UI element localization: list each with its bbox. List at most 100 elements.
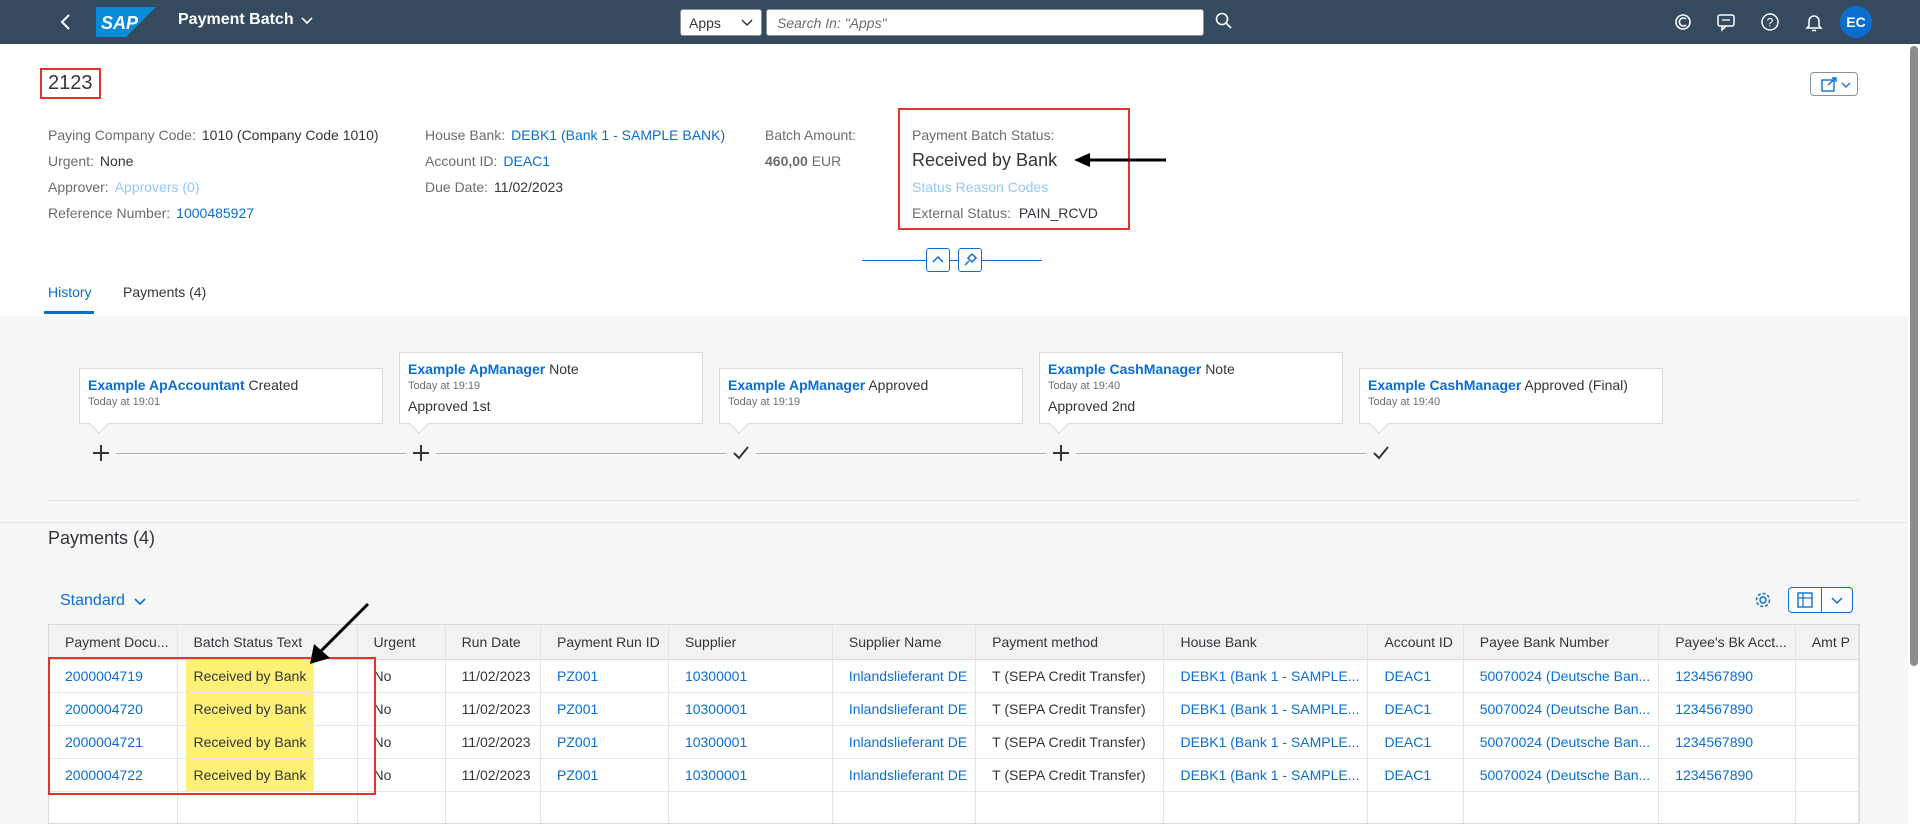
reference-number-link[interactable]: 1000485927 (176, 205, 254, 221)
help-icon[interactable]: ? (1759, 11, 1781, 33)
supplier-link[interactable]: 10300001 (668, 659, 833, 693)
column-header[interactable]: Payee's Bk Acct... (1658, 625, 1796, 660)
payee-bank-number-link[interactable]: 50070024 (Deutsche Ban... (1463, 692, 1660, 726)
house-bank-link[interactable]: DEBK1 (Bank 1 - SAMPLE... (1163, 659, 1369, 693)
supplier-name-link[interactable]: Inlandslieferant DE (832, 758, 977, 792)
payee-bank-number-link[interactable]: 50070024 (Deutsche Ban... (1463, 725, 1660, 759)
urgent: Urgent: None (48, 153, 133, 169)
house-bank-link[interactable]: DEBK1 (Bank 1 - SAMPLE... (1163, 725, 1369, 759)
feedback-icon[interactable] (1715, 11, 1737, 33)
shell-bar: SAP Payment Batch Apps Search In: "Apps"… (0, 0, 1920, 44)
column-header[interactable]: Run Date (445, 625, 542, 660)
search-input[interactable]: Search In: "Apps" (766, 9, 1204, 36)
column-header[interactable]: House Bank (1163, 625, 1369, 660)
column-header[interactable]: Account ID (1367, 625, 1464, 660)
payment-run-id-link[interactable]: PZ001 (540, 725, 669, 759)
urgent-cell: No (357, 659, 446, 693)
supplier-link[interactable]: 10300001 (668, 725, 833, 759)
payment-run-id-link[interactable]: PZ001 (540, 692, 669, 726)
variant-selector[interactable]: Standard (60, 592, 125, 610)
sap-logo[interactable]: SAP (96, 7, 156, 37)
history-user[interactable]: Example CashManager (1368, 377, 1521, 393)
approvers-link[interactable]: Approvers (0) (115, 179, 200, 195)
supplier-link[interactable]: 10300001 (668, 692, 833, 726)
column-header[interactable]: Payee Bank Number (1463, 625, 1660, 660)
house-bank: House Bank: DEBK1 (Bank 1 - SAMPLE BANK) (425, 127, 725, 143)
supplier-name-link[interactable]: Inlandslieferant DE (832, 692, 977, 726)
payee-bank-account-link[interactable]: 1234567890 (1658, 692, 1796, 726)
scrollbar-thumb[interactable] (1910, 46, 1918, 666)
payee-bank-number-link[interactable]: 50070024 (Deutsche Ban... (1463, 659, 1660, 693)
house-bank-link[interactable]: DEBK1 (Bank 1 - SAMPLE... (1163, 692, 1369, 726)
supplier-name-link[interactable]: Inlandslieferant DE (832, 659, 977, 693)
batch-status-text: Received by Bank (185, 725, 315, 757)
payment-method-cell: T (SEPA Credit Transfer) (975, 725, 1165, 759)
payment-run-id-link[interactable]: PZ001 (540, 659, 669, 693)
batch-status-cell: Received by Bank (177, 725, 358, 759)
column-header[interactable]: Payment Run ID (540, 625, 669, 660)
payment-document-link[interactable]: 2000004722 (49, 758, 178, 792)
column-header[interactable]: Urgent (357, 625, 446, 660)
column-header[interactable]: Supplier (668, 625, 833, 660)
house-bank-label: House Bank: (425, 127, 506, 143)
history-action: Approved (868, 377, 929, 393)
share-button[interactable] (1810, 72, 1858, 96)
table-row[interactable]: 2000004719 Received by Bank No 11/02/202… (49, 659, 1859, 693)
chevron-down-icon[interactable] (132, 594, 148, 610)
table-row[interactable]: 2000004721 Received by Bank No 11/02/202… (49, 725, 1859, 759)
supplier-link[interactable]: 10300001 (668, 758, 833, 792)
payment-run-id-link[interactable]: PZ001 (540, 758, 669, 792)
table-row[interactable]: 2000004720 Received by Bank No 11/02/202… (49, 692, 1859, 726)
batch-amount-number: 460,00 (765, 153, 808, 169)
history-user[interactable]: Example ApManager (408, 361, 545, 377)
history-user[interactable]: Example ApManager (728, 377, 865, 393)
payee-bank-account-link[interactable]: 1234567890 (1658, 725, 1796, 759)
payment-document-link[interactable]: 2000004721 (49, 725, 178, 759)
batch-status-text: Received by Bank (185, 692, 315, 724)
account-id-link[interactable]: DEAC1 (1367, 758, 1464, 792)
payment-document-link[interactable]: 2000004719 (49, 659, 178, 693)
history-user[interactable]: Example ApAccountant (88, 377, 245, 393)
apps-select[interactable]: Apps (680, 9, 762, 36)
house-bank-link[interactable]: DEBK1 (Bank 1 - SAMPLE... (1163, 758, 1369, 792)
tab-payments[interactable]: Payments (4) (123, 284, 206, 300)
payee-bank-number-link[interactable]: 50070024 (Deutsche Ban... (1463, 758, 1660, 792)
app-title[interactable]: Payment Batch (178, 11, 294, 29)
account-id-link[interactable]: DEAC1 (1367, 725, 1464, 759)
avatar[interactable]: EC (1840, 6, 1872, 38)
joule-icon[interactable] (1672, 11, 1694, 33)
column-header[interactable]: Payment Docu... (49, 625, 178, 660)
export-menu-button[interactable] (1821, 587, 1853, 613)
payee-bank-account-link[interactable]: 1234567890 (1658, 659, 1796, 693)
svg-text:?: ? (1767, 16, 1774, 30)
history-card: Example ApManager Note Today at 19:19 Ap… (399, 352, 703, 434)
payee-bank-account-link[interactable]: 1234567890 (1658, 758, 1796, 792)
page-scrollbar[interactable] (1908, 44, 1920, 824)
account-id-link[interactable]: DEAC1 (503, 153, 550, 169)
payment-method-cell: T (SEPA Credit Transfer) (975, 659, 1165, 693)
export-button[interactable] (1788, 587, 1822, 613)
chevron-down-icon[interactable] (298, 12, 316, 30)
search-icon[interactable] (1214, 11, 1234, 31)
payment-document-link[interactable]: 2000004720 (49, 692, 178, 726)
column-header[interactable]: Amt P (1795, 625, 1859, 660)
gear-icon[interactable] (1752, 589, 1774, 611)
history-action: Created (248, 377, 299, 393)
timeline-connector (1076, 453, 1366, 454)
account-id-link[interactable]: DEAC1 (1367, 659, 1464, 693)
column-header[interactable]: Batch Status Text (177, 625, 358, 660)
collapse-header-button[interactable] (926, 248, 950, 272)
back-button[interactable] (56, 10, 76, 34)
table-row[interactable]: 2000004722 Received by Bank No 11/02/202… (49, 758, 1859, 792)
amount-cell (1795, 659, 1859, 693)
house-bank-link[interactable]: DEBK1 (Bank 1 - SAMPLE BANK) (511, 127, 725, 143)
account-id-link[interactable]: DEAC1 (1367, 692, 1464, 726)
history-user[interactable]: Example CashManager (1048, 361, 1201, 377)
bell-icon[interactable] (1803, 11, 1825, 33)
supplier-name-link[interactable]: Inlandslieferant DE (832, 725, 977, 759)
tab-history[interactable]: History (48, 284, 92, 300)
column-header[interactable]: Supplier Name (832, 625, 977, 660)
column-header[interactable]: Payment method (975, 625, 1165, 660)
pin-header-button[interactable] (958, 248, 982, 272)
status-reason-codes-link[interactable]: Status Reason Codes (912, 179, 1048, 195)
